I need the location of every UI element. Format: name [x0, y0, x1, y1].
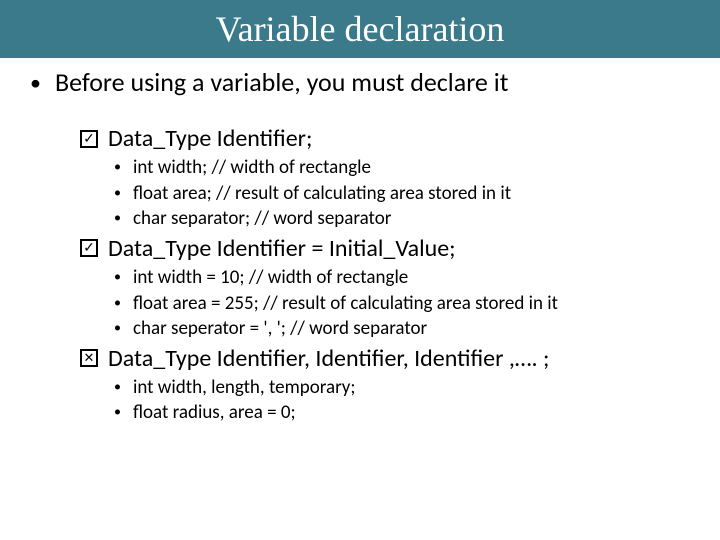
list-item: • char separator; // word separator [114, 206, 690, 232]
section-2: Data_Type Identifier = Initial_Value; • i… [80, 234, 690, 342]
list-item: • float area = 255; // result of calculat… [114, 291, 690, 317]
section-header: Data_Type Identifier; [80, 124, 690, 153]
section-header: Data_Type Identifier = Initial_Value; [80, 234, 690, 263]
item-text: float area; // result of calculating are… [133, 181, 511, 207]
item-text: float area = 255; // result of calculati… [133, 291, 558, 317]
bullet-dot-icon: • [114, 265, 121, 289]
list-item: • int width; // width of rectangle [114, 155, 690, 181]
checkbox-check-icon [80, 130, 98, 148]
sub-list: • int width; // width of rectangle • float… [114, 155, 690, 232]
main-bullet: • Before using a variable, you must decl… [30, 66, 690, 100]
bullet-dot-icon: • [114, 400, 121, 424]
checkbox-cross-icon [80, 349, 98, 367]
item-text: char seperator = ', '; // word separator [133, 316, 427, 342]
section-1: Data_Type Identifier; • int width; // wid… [80, 124, 690, 232]
item-text: int width; // width of rectangle [133, 155, 371, 181]
section-heading-text: Data_Type Identifier; [108, 124, 312, 153]
bullet-dot-icon: • [114, 181, 121, 205]
slide-header: Variable declaration [0, 0, 720, 58]
bullet-dot-icon: • [114, 316, 121, 340]
bullet-dot-icon: • [114, 155, 121, 179]
sub-list: • int width = 10; // width of rectangle •… [114, 265, 690, 342]
slide-title: Variable declaration [216, 8, 505, 50]
bullet-dot-icon: • [114, 206, 121, 230]
bullet-dot-icon: • [30, 66, 41, 100]
bullet-dot-icon: • [114, 375, 121, 399]
bullet-dot-icon: • [114, 291, 121, 315]
section-3: Data_Type Identifier, Identifier, Identi… [80, 344, 690, 426]
main-bullet-text: Before using a variable, you must declar… [55, 66, 508, 98]
item-text: float radius, area = 0; [133, 400, 296, 426]
sub-list: • int width, length, temporary; • float ra… [114, 375, 690, 426]
list-item: • int width, length, temporary; [114, 375, 690, 401]
list-item: • int width = 10; // width of rectangle [114, 265, 690, 291]
slide-content: • Before using a variable, you must decl… [0, 58, 720, 426]
checkbox-check-icon [80, 239, 98, 257]
section-heading-text: Data_Type Identifier, Identifier, Identi… [108, 344, 549, 373]
section-heading-text: Data_Type Identifier = Initial_Value; [108, 234, 456, 263]
item-text: int width = 10; // width of rectangle [133, 265, 408, 291]
list-item: • float area; // result of calculating ar… [114, 181, 690, 207]
list-item: • float radius, area = 0; [114, 400, 690, 426]
section-header: Data_Type Identifier, Identifier, Identi… [80, 344, 690, 373]
item-text: char separator; // word separator [133, 206, 391, 232]
item-text: int width, length, temporary; [133, 375, 356, 401]
list-item: • char seperator = ', '; // word separato… [114, 316, 690, 342]
